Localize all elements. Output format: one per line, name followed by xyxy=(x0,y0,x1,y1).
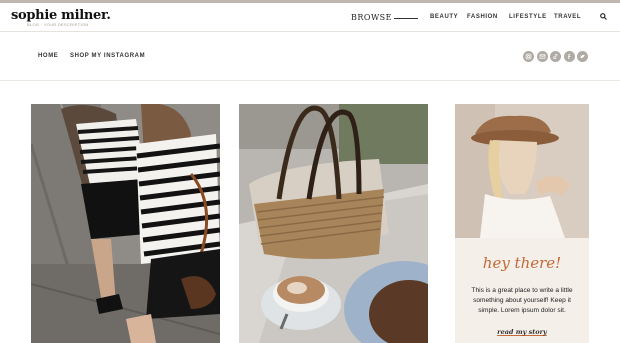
nav-fashion[interactable]: FASHION xyxy=(467,14,498,20)
post-card-striped-sweaters[interactable] xyxy=(31,104,220,343)
browse-divider xyxy=(394,18,418,19)
nav-lifestyle[interactable]: LIFESTYLE xyxy=(509,14,547,20)
instagram-icon[interactable] xyxy=(523,51,534,62)
facebook-icon[interactable] xyxy=(564,51,575,62)
site-tagline: BLOG · YOUR DESCRIPTION xyxy=(27,22,89,27)
site-header: sophie milner. BLOG · YOUR DESCRIPTION B… xyxy=(0,3,620,32)
two-women-striped-sweaters-photo xyxy=(31,104,220,343)
nav-beauty[interactable]: BEAUTY xyxy=(430,14,458,20)
profile-photo-woman-hat xyxy=(455,104,589,238)
site-logo[interactable]: sophie milner. xyxy=(11,8,111,23)
email-icon[interactable] xyxy=(537,51,548,62)
search-icon[interactable] xyxy=(600,13,607,20)
straw-basket-and-cappuccino-photo xyxy=(239,104,428,343)
about-sidebar: hey there! This is a great place to writ… xyxy=(455,104,589,343)
read-my-story-link[interactable]: read my story xyxy=(455,328,589,336)
nav-travel[interactable]: TRAVEL xyxy=(554,14,581,20)
browse-menu-label[interactable]: BROWSE xyxy=(351,13,392,22)
subnav-shop-my-instagram[interactable]: SHOP MY INSTAGRAM xyxy=(70,53,145,59)
secondary-nav: HOME SHOP MY INSTAGRAM xyxy=(0,33,620,81)
tiktok-icon[interactable] xyxy=(550,51,561,62)
sidebar-about-text: This is a great place to write a little … xyxy=(471,287,573,314)
subnav-home[interactable]: HOME xyxy=(38,53,58,59)
post-card-basket-coffee[interactable] xyxy=(239,104,428,343)
sidebar-heading: hey there! xyxy=(482,254,562,272)
twitter-icon[interactable] xyxy=(577,51,588,62)
